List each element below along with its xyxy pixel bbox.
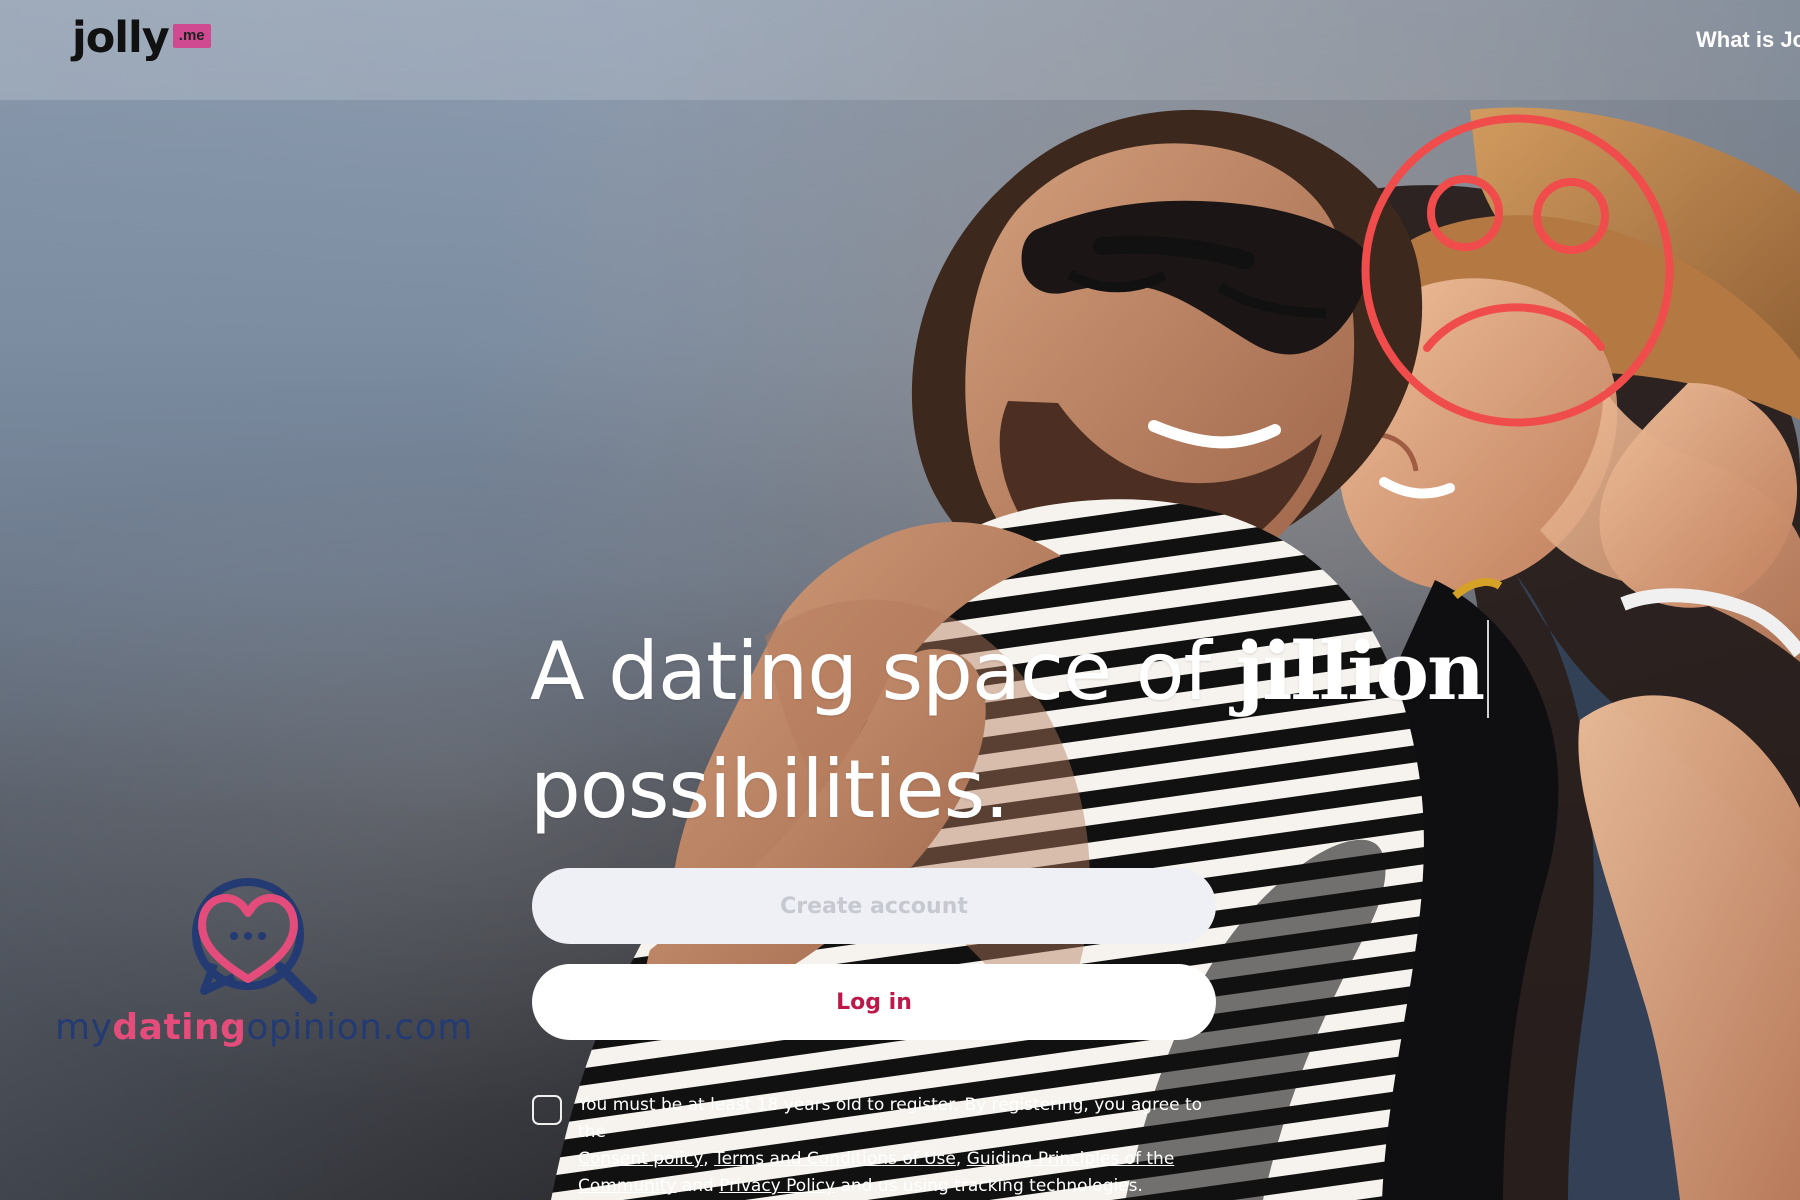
page: jolly .me What is Jo A dating space of j… — [0, 0, 1800, 1200]
age-consent-checkbox[interactable] — [532, 1095, 562, 1125]
log-in-button[interactable]: Log in — [532, 964, 1216, 1040]
what-is-jolly-link[interactable]: What is Jo — [1696, 27, 1800, 53]
terms-text-2: and — [676, 1176, 720, 1196]
brand-part-dating: dating — [112, 1007, 247, 1048]
terms-text-1: You must be at least 18 years old to reg… — [578, 1095, 1203, 1142]
terms-text: You must be at least 18 years old to reg… — [578, 1092, 1232, 1200]
headline-line1-prefix: A dating space of — [530, 625, 1212, 718]
terms-conditions-link[interactable]: Terms and Conditions of Use — [714, 1149, 956, 1169]
terms-consent: You must be at least 18 years old to reg… — [532, 1092, 1232, 1200]
top-navigation: jolly .me What is Jo — [0, 0, 1800, 100]
sad-face-icon — [1361, 114, 1674, 427]
mydatingopinion-watermark: mydatingopinion.com — [55, 868, 472, 1088]
brand-part-domain: .com — [382, 1007, 473, 1048]
jolly-logo[interactable]: jolly .me — [72, 17, 211, 60]
mydatingopinion-text: mydatingopinion.com — [55, 1007, 472, 1048]
sad-face-icon — [1355, 108, 1680, 433]
headline-highlight: jillion — [1235, 624, 1485, 718]
logo-word: jolly — [72, 13, 170, 63]
logo-badge: .me — [172, 24, 211, 48]
privacy-policy-link[interactable]: Privacy Policy — [719, 1176, 835, 1196]
create-account-button[interactable]: Create account — [532, 868, 1216, 944]
hero-content: A dating space of jillion possibilities. — [530, 612, 1530, 849]
brand-part-opinion: opinion — [246, 1007, 383, 1048]
terms-text-3: and us using tracking technologies. — [835, 1176, 1143, 1196]
hero-headline: A dating space of jillion possibilities. — [530, 612, 1530, 849]
terms-separator-2: , — [955, 1149, 967, 1169]
heart-chat-icon — [192, 878, 317, 1004]
text-caret — [1487, 620, 1490, 719]
terms-separator-1: , — [703, 1149, 715, 1169]
consent-policy-link[interactable]: Consent policy — [578, 1149, 703, 1169]
brand-part-my: my — [55, 1007, 113, 1048]
headline-line2: possibilities. — [530, 743, 1010, 836]
